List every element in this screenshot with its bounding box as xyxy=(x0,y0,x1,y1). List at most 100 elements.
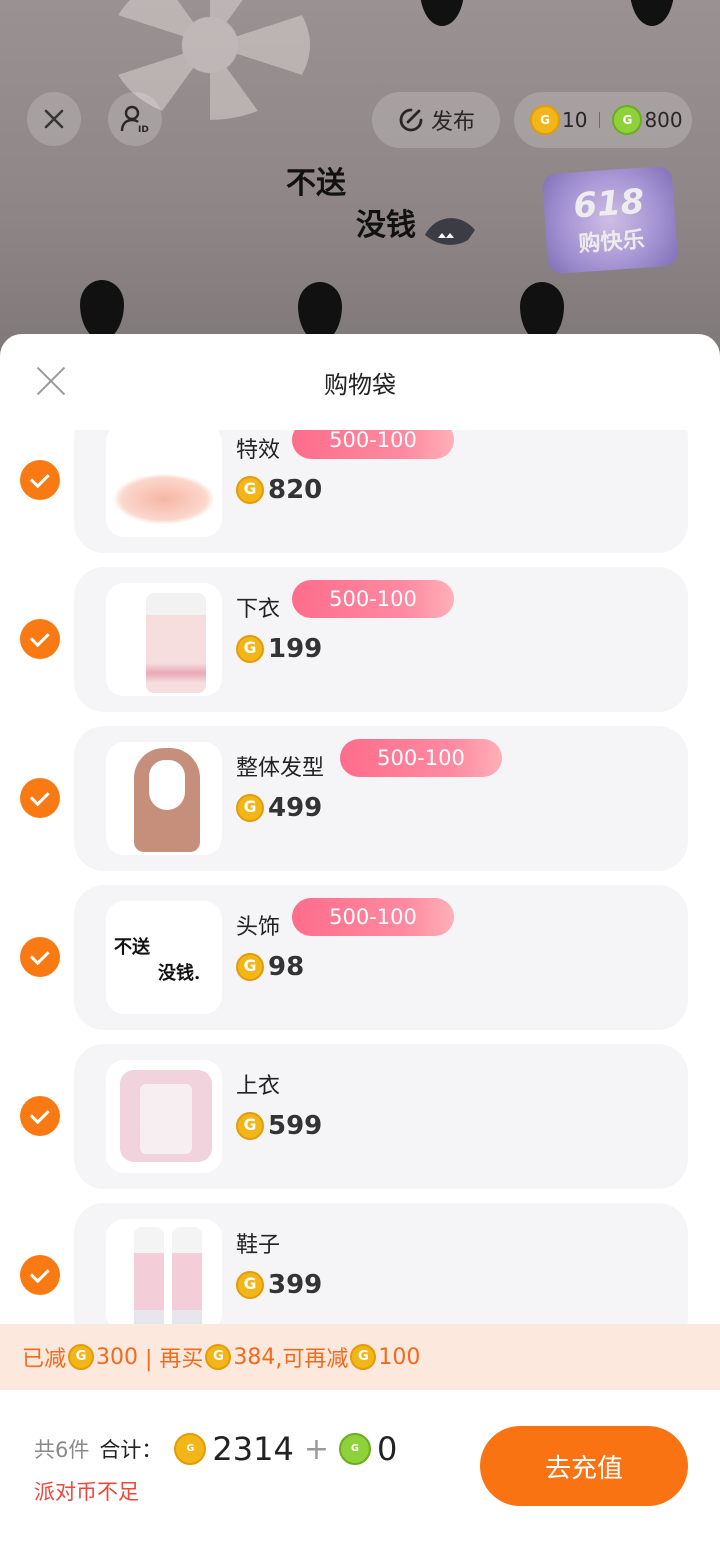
discount-tag: 500-100 xyxy=(340,739,502,777)
discount-tag: 500-100 xyxy=(292,580,454,618)
item-price-value: 499 xyxy=(268,793,323,823)
item-price: G 820 xyxy=(236,475,322,505)
effect-image xyxy=(114,474,214,524)
gold-coin-icon: G xyxy=(236,953,264,981)
cart-item-list[interactable]: 特效 500-100 G 820 下衣 500-100 G 199 整体发型 5… xyxy=(0,430,720,1324)
gold-coin-icon: G xyxy=(236,1112,264,1140)
item-price: G 599 xyxy=(236,1111,322,1141)
item-thumbnail xyxy=(106,1219,222,1324)
item-checkbox[interactable] xyxy=(20,619,60,659)
heart-decoration xyxy=(520,282,564,342)
item-price-value: 98 xyxy=(268,952,305,982)
item-price-value: 820 xyxy=(268,475,323,505)
gold-coin-icon: G xyxy=(205,1344,232,1370)
item-price: G 499 xyxy=(236,793,322,823)
cart-item[interactable]: 鞋子 G 399 xyxy=(0,1203,720,1324)
thumb-text-line1: 不送 xyxy=(114,937,150,958)
shoe-image xyxy=(172,1227,202,1324)
item-checkbox[interactable] xyxy=(20,1096,60,1136)
publish-label: 发布 xyxy=(430,110,475,135)
discount-summary-bar: 已减 G 300 | 再买 G 384 ,可再减 G 100 xyxy=(0,1324,720,1390)
badge-text: 购快乐 xyxy=(577,227,646,258)
item-price: G 98 xyxy=(236,952,304,982)
gold-coin-icon: G xyxy=(236,635,264,663)
currency-balance[interactable]: G 10 G 800 xyxy=(514,92,692,148)
total-summary: 共6件 合计： G 2314 + G 0 xyxy=(34,1430,397,1468)
gold-coin-icon: G xyxy=(68,1344,95,1370)
user-id-icon: ID xyxy=(120,105,149,134)
item-checkbox[interactable] xyxy=(20,778,60,818)
item-name: 下衣 xyxy=(236,597,281,622)
item-checkbox[interactable] xyxy=(20,1255,60,1295)
discount-text-3: ,可再减 xyxy=(275,1347,349,1372)
item-price-value: 599 xyxy=(268,1111,323,1141)
publish-button[interactable]: 发布 xyxy=(372,92,500,148)
discount-tag: 500-100 xyxy=(292,430,454,459)
item-checkbox[interactable] xyxy=(20,937,60,977)
item-price: G 199 xyxy=(236,634,322,664)
item-card[interactable]: 特效 500-100 G 820 xyxy=(74,430,688,553)
item-price-value: 199 xyxy=(268,634,323,664)
cart-item[interactable]: 不送 没钱. 头饰 500-100 G 98 xyxy=(0,885,720,1030)
discount-text-1: 已减 xyxy=(22,1347,67,1372)
discount-more-reduce: 100 xyxy=(378,1344,421,1370)
item-checkbox[interactable] xyxy=(20,460,60,500)
gold-total: 2314 xyxy=(212,1430,294,1468)
item-name: 上衣 xyxy=(236,1074,281,1099)
item-card[interactable]: 鞋子 G 399 xyxy=(74,1203,688,1324)
green-total: 0 xyxy=(376,1430,398,1468)
close-icon xyxy=(44,109,64,129)
handwritten-text-1: 不送 xyxy=(286,166,346,201)
item-thumbnail xyxy=(106,430,222,537)
heart-decoration xyxy=(80,280,124,340)
legs-image xyxy=(170,593,206,693)
item-card[interactable]: 上衣 G 599 xyxy=(74,1044,688,1189)
avatar-preview-scene: ID 发布 G 10 G 800 不送 没钱 618 购快乐 xyxy=(0,0,720,360)
item-card[interactable]: 下衣 500-100 G 199 xyxy=(74,567,688,712)
gold-coin-icon: G xyxy=(236,476,264,504)
balance-divider xyxy=(599,112,601,128)
item-thumbnail xyxy=(106,583,222,696)
618-event-badge[interactable]: 618 购快乐 xyxy=(541,165,679,275)
close-sheet-button[interactable] xyxy=(34,364,68,398)
gold-coin-balance: 10 xyxy=(562,108,588,132)
cart-item[interactable]: 上衣 G 599 xyxy=(0,1044,720,1189)
heart-decoration xyxy=(420,0,464,26)
handwritten-text-2: 没钱 xyxy=(356,208,416,243)
item-card[interactable]: 整体发型 500-100 G 499 xyxy=(74,726,688,871)
badge-number: 618 xyxy=(572,181,646,227)
discount-reduced: 300 xyxy=(96,1344,139,1370)
close-scene-button[interactable] xyxy=(27,92,81,146)
item-card[interactable]: 不送 没钱. 头饰 500-100 G 98 xyxy=(74,885,688,1030)
cart-item[interactable]: 下衣 500-100 G 199 xyxy=(0,567,720,712)
discount-tag: 500-100 xyxy=(292,898,454,936)
item-price-value: 399 xyxy=(268,1270,323,1300)
heart-decoration xyxy=(298,282,342,342)
svg-text:ID: ID xyxy=(138,125,149,134)
discount-buy-more: 384 xyxy=(233,1344,276,1370)
plus-sign: + xyxy=(303,1431,329,1467)
heart-decoration xyxy=(630,0,674,26)
gold-coin-icon: G xyxy=(174,1433,207,1465)
item-thumbnail xyxy=(106,1060,222,1173)
headwear-text-image: 不送 没钱. xyxy=(114,935,200,987)
item-name: 头饰 xyxy=(236,915,281,940)
recharge-button[interactable]: 去充值 xyxy=(480,1426,688,1506)
item-name: 鞋子 xyxy=(236,1233,281,1258)
face-image xyxy=(149,760,185,810)
green-coin-icon: G xyxy=(612,105,643,135)
green-coin-balance: 800 xyxy=(644,108,683,132)
gold-coin-icon: G xyxy=(236,1271,264,1299)
item-name: 特效 xyxy=(236,438,281,463)
green-coin-icon: G xyxy=(338,1433,371,1465)
shark-icon xyxy=(425,218,475,245)
gold-coin-icon: G xyxy=(350,1344,377,1370)
insufficient-funds-warning: 派对币不足 xyxy=(34,1480,139,1504)
publish-icon xyxy=(399,108,423,132)
checkout-footer: 共6件 合计： G 2314 + G 0 派对币不足 去充值 xyxy=(0,1390,720,1544)
shopping-bag-sheet: 购物袋 特效 500-100 G 820 下衣 500-100 G 199 整体… xyxy=(0,334,720,1544)
profile-id-button[interactable]: ID xyxy=(108,92,162,146)
cart-item[interactable]: 整体发型 500-100 G 499 xyxy=(0,726,720,871)
discount-text-2: | 再买 xyxy=(138,1347,204,1372)
cart-item[interactable]: 特效 500-100 G 820 xyxy=(0,430,720,553)
